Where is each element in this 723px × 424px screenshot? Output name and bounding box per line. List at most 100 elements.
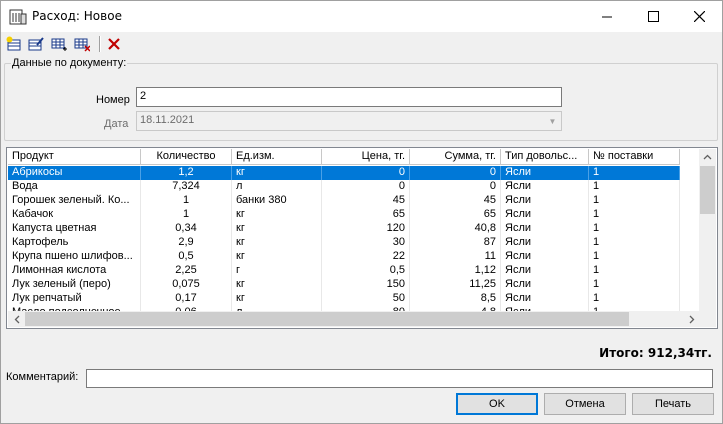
table-cell: 1 bbox=[589, 250, 680, 264]
title-bar[interactable]: Расход: Новое bbox=[1, 1, 722, 32]
table-cell: 1 bbox=[141, 194, 232, 208]
table-cell: 50 bbox=[322, 292, 410, 306]
number-field[interactable]: 2 bbox=[136, 87, 562, 107]
table-cell: 1 bbox=[589, 292, 680, 306]
ok-button[interactable]: OK bbox=[456, 393, 538, 415]
table-row[interactable]: Абрикосы 1,2 кг 0 0 Ясли 1 bbox=[8, 166, 680, 180]
table-cell: кг bbox=[232, 166, 322, 180]
table-cell: Абрикосы bbox=[8, 166, 141, 180]
table-row[interactable]: Картофель 2,9 кг 30 87 Ясли 1 bbox=[8, 236, 680, 250]
table-cell: 0,5 bbox=[141, 250, 232, 264]
table-row[interactable]: Капуста цветная 0,34 кг 120 40,8 Ясли 1 bbox=[8, 222, 680, 236]
table-row[interactable]: Лук репчатый 0,17 кг 50 8,5 Ясли 1 bbox=[8, 292, 680, 306]
table-cell: Лук зеленый (перо) bbox=[8, 278, 141, 292]
table-row[interactable]: Лимонная кислота 2,25 г 0,5 1,12 Ясли 1 bbox=[8, 264, 680, 278]
document-data-group-label: Данные по документу: bbox=[11, 57, 128, 69]
table-cell: 1 bbox=[589, 278, 680, 292]
add-row-icon bbox=[51, 38, 67, 51]
scroll-left-icon[interactable] bbox=[8, 311, 25, 327]
number-label: Номер bbox=[96, 94, 130, 106]
table-row[interactable]: Крупа пшено шлифов... 0,5 кг 22 11 Ясли 1 bbox=[8, 250, 680, 264]
table-cell: кг bbox=[232, 250, 322, 264]
minimize-icon bbox=[601, 16, 612, 18]
table-cell: 1 bbox=[589, 166, 680, 180]
column-header[interactable]: Количество bbox=[141, 149, 232, 165]
horizontal-scrollbar[interactable] bbox=[8, 311, 700, 327]
table-row[interactable]: Горошек зеленый. Ко... 1 банки 380 45 45 Ясли… bbox=[8, 194, 680, 208]
new-doc-button[interactable] bbox=[4, 35, 24, 53]
print-button[interactable]: Печать bbox=[632, 393, 714, 415]
table-cell: 45 bbox=[322, 194, 410, 208]
table-cell: Кабачок bbox=[8, 208, 141, 222]
window-title: Расход: Новое bbox=[32, 9, 122, 23]
minimize-button[interactable] bbox=[584, 1, 630, 32]
items-grid[interactable]: Продукт Количество Ед.изм. Цена, тг. Сумма, … bbox=[6, 147, 718, 329]
table-cell: 1 bbox=[589, 208, 680, 222]
table-cell: Капуста цветная bbox=[8, 222, 141, 236]
maximize-icon bbox=[647, 11, 659, 22]
grid-header: Продукт Количество Ед.изм. Цена, тг. Сумма, … bbox=[8, 149, 680, 165]
table-cell: 0,17 bbox=[141, 292, 232, 306]
horizontal-scroll-thumb[interactable] bbox=[25, 312, 629, 326]
table-cell: 150 bbox=[322, 278, 410, 292]
table-cell: 1 bbox=[589, 180, 680, 194]
number-value: 2 bbox=[140, 90, 147, 102]
add-row-button[interactable] bbox=[49, 35, 69, 53]
total-label: Итого: 912,34тг. bbox=[599, 346, 712, 360]
comment-field[interactable] bbox=[86, 369, 713, 388]
table-cell: 0,34 bbox=[141, 222, 232, 236]
maximize-button[interactable] bbox=[630, 1, 676, 32]
table-row[interactable]: Кабачок 1 кг 65 65 Ясли 1 bbox=[8, 208, 680, 222]
comment-label: Комментарий: bbox=[6, 371, 79, 383]
vertical-scroll-thumb[interactable] bbox=[700, 166, 715, 214]
column-header[interactable]: Сумма, тг. bbox=[410, 149, 501, 165]
column-header[interactable]: № поставки bbox=[589, 149, 680, 165]
dialog-window: Расход: Новое Данные по документу: Номер… bbox=[0, 0, 723, 424]
table-cell: Ясли bbox=[501, 236, 589, 250]
chevron-down-icon[interactable]: ▼ bbox=[545, 113, 560, 129]
column-header[interactable]: Тип довольс... bbox=[501, 149, 589, 165]
table-cell: Ясли bbox=[501, 222, 589, 236]
table-cell: 1,12 bbox=[410, 264, 501, 278]
table-cell: Ясли bbox=[501, 194, 589, 208]
edit-doc-button[interactable] bbox=[26, 35, 46, 53]
table-cell: 1 bbox=[589, 264, 680, 278]
scroll-up-icon[interactable] bbox=[699, 149, 716, 165]
table-cell: л bbox=[232, 180, 322, 194]
table-cell: 120 bbox=[322, 222, 410, 236]
table-cell: Ясли bbox=[501, 278, 589, 292]
table-cell: 1,2 bbox=[141, 166, 232, 180]
column-header[interactable]: Продукт bbox=[8, 149, 141, 165]
table-cell: 0 bbox=[410, 166, 501, 180]
toolbar-separator bbox=[99, 36, 101, 52]
table-cell: кг bbox=[232, 278, 322, 292]
close-button[interactable] bbox=[676, 1, 722, 32]
date-value: 18.11.2021 bbox=[140, 114, 195, 126]
date-field[interactable]: 18.11.2021 ▼ bbox=[136, 111, 562, 131]
table-cell: кг bbox=[232, 236, 322, 250]
table-cell: 0 bbox=[410, 180, 501, 194]
delete-row-button[interactable] bbox=[72, 35, 92, 53]
column-header[interactable]: Ед.изм. bbox=[232, 149, 322, 165]
table-cell: Ясли bbox=[501, 208, 589, 222]
delete-button[interactable] bbox=[104, 35, 124, 53]
vertical-scrollbar[interactable] bbox=[699, 149, 716, 313]
table-row[interactable]: Вода 7,324 л 0 0 Ясли 1 bbox=[8, 180, 680, 194]
table-cell: 1 bbox=[589, 194, 680, 208]
table-cell: 7,324 bbox=[141, 180, 232, 194]
close-icon bbox=[693, 11, 705, 22]
table-row[interactable]: Лук зеленый (перо) 0,075 кг 150 11,25 Ясли 1 bbox=[8, 278, 680, 292]
table-cell: кг bbox=[232, 292, 322, 306]
scroll-right-icon[interactable] bbox=[683, 311, 700, 327]
table-cell: г bbox=[232, 264, 322, 278]
scrollbar-corner bbox=[699, 311, 716, 327]
table-cell: 8,5 bbox=[410, 292, 501, 306]
new-doc-icon bbox=[6, 36, 21, 51]
date-label: Дата bbox=[104, 118, 129, 130]
table-cell: кг bbox=[232, 222, 322, 236]
table-cell: 45 bbox=[410, 194, 501, 208]
column-header[interactable]: Цена, тг. bbox=[322, 149, 410, 165]
delete-row-icon bbox=[74, 38, 90, 52]
cancel-button[interactable]: Отмена bbox=[544, 393, 626, 415]
table-cell: кг bbox=[232, 208, 322, 222]
